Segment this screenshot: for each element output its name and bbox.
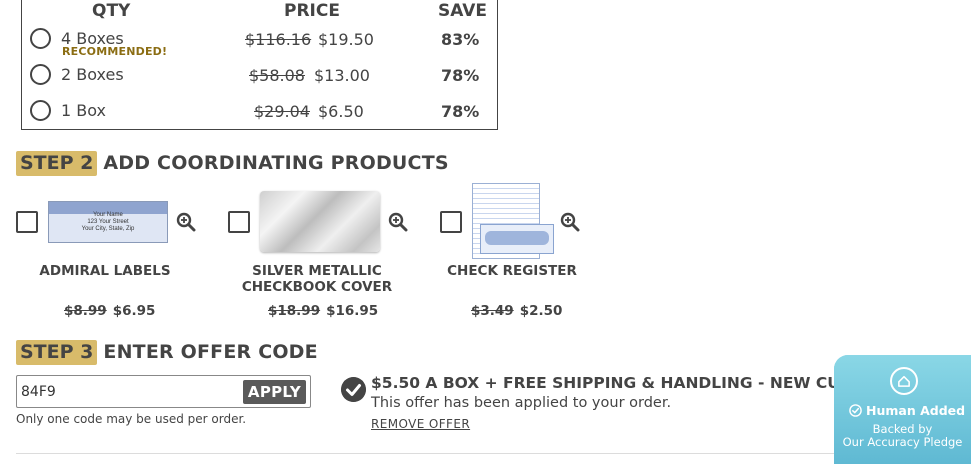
radio-1-box[interactable] [30,100,51,121]
code-note: Only one code may be used per order. [16,412,247,426]
offer-code-box: APPLY [16,375,311,408]
checkbox-admiral-labels[interactable] [16,211,38,233]
qty-label: 2 Boxes [61,65,124,84]
step-badge: STEP 3 [16,339,98,365]
human-added-logo-icon [890,367,918,395]
new-price: $13.00 [314,66,370,85]
recommended-badge: RECOMMENDED! [62,45,168,58]
remove-offer-link[interactable]: REMOVE OFFER [371,417,470,431]
product-price-admiral-labels: $8.99 $6.95 [64,303,156,319]
apply-button[interactable]: APPLY [243,380,306,404]
checkbox-check-register[interactable] [440,211,462,233]
quantity-table: QTY PRICE SAVE 4 Boxes RECOMMENDED! $116… [21,0,498,130]
register-check-preview [480,224,554,254]
radio-2-boxes[interactable] [30,64,51,85]
step3-heading: STEP 3 ENTER OFFER CODE [16,339,318,365]
product-price-check-register: $3.49 $2.50 [471,303,563,319]
new-price: $19.50 [318,30,374,49]
admiral-labels-image[interactable]: Your Name 123 Your Street Your City, Sta… [48,201,168,243]
save-percent: 83% [441,30,480,49]
qty-header: QTY [92,1,131,21]
widget-title: Human Added [866,403,966,418]
product-name-check-register: CHECK REGISTER [447,263,577,279]
step-title: ADD COORDINATING PRODUCTS [103,152,449,174]
step2-heading: STEP 2 ADD COORDINATING PRODUCTS [16,150,449,176]
price-header: PRICE [284,1,340,21]
divider [16,453,841,454]
old-price: $29.04 [254,102,310,121]
zoom-in-icon[interactable] [176,212,196,232]
check-circle-icon [341,377,366,402]
product-name-admiral-labels: ADMIRAL LABELS [39,263,171,279]
zoom-in-icon[interactable] [388,212,408,232]
silver-checkbook-cover-image[interactable] [260,191,380,252]
check-pattern [485,231,549,245]
checkbox-silver-cover[interactable] [228,211,250,233]
save-percent: 78% [441,102,480,121]
widget-line1: Backed by [872,422,933,436]
product-name-silver-cover: SILVER METALLIC CHECKBOOK COVER [241,263,393,295]
radio-4-boxes[interactable] [30,28,51,49]
product-price-silver-cover: $18.99 $16.95 [268,303,379,319]
save-percent: 78% [441,66,480,85]
qty-label: 1 Box [61,101,107,120]
step-badge: STEP 2 [16,150,98,176]
save-header: SAVE [438,1,488,21]
check-circle-icon [849,404,862,417]
step-title: ENTER OFFER CODE [103,341,318,363]
label-address-text: Your Name 123 Your Street Your City, Sta… [81,212,135,232]
widget-line2: Our Accuracy Pledge [842,435,963,449]
offer-code-input[interactable] [21,382,231,402]
old-price: $116.16 [245,30,312,49]
offer-status: This offer has been applied to your orde… [371,395,672,411]
zoom-in-icon[interactable] [560,212,580,232]
human-added-widget[interactable]: Human Added Backed by Our Accuracy Pledg… [834,355,971,464]
old-price: $58.08 [249,66,305,85]
new-price: $6.50 [318,102,364,121]
